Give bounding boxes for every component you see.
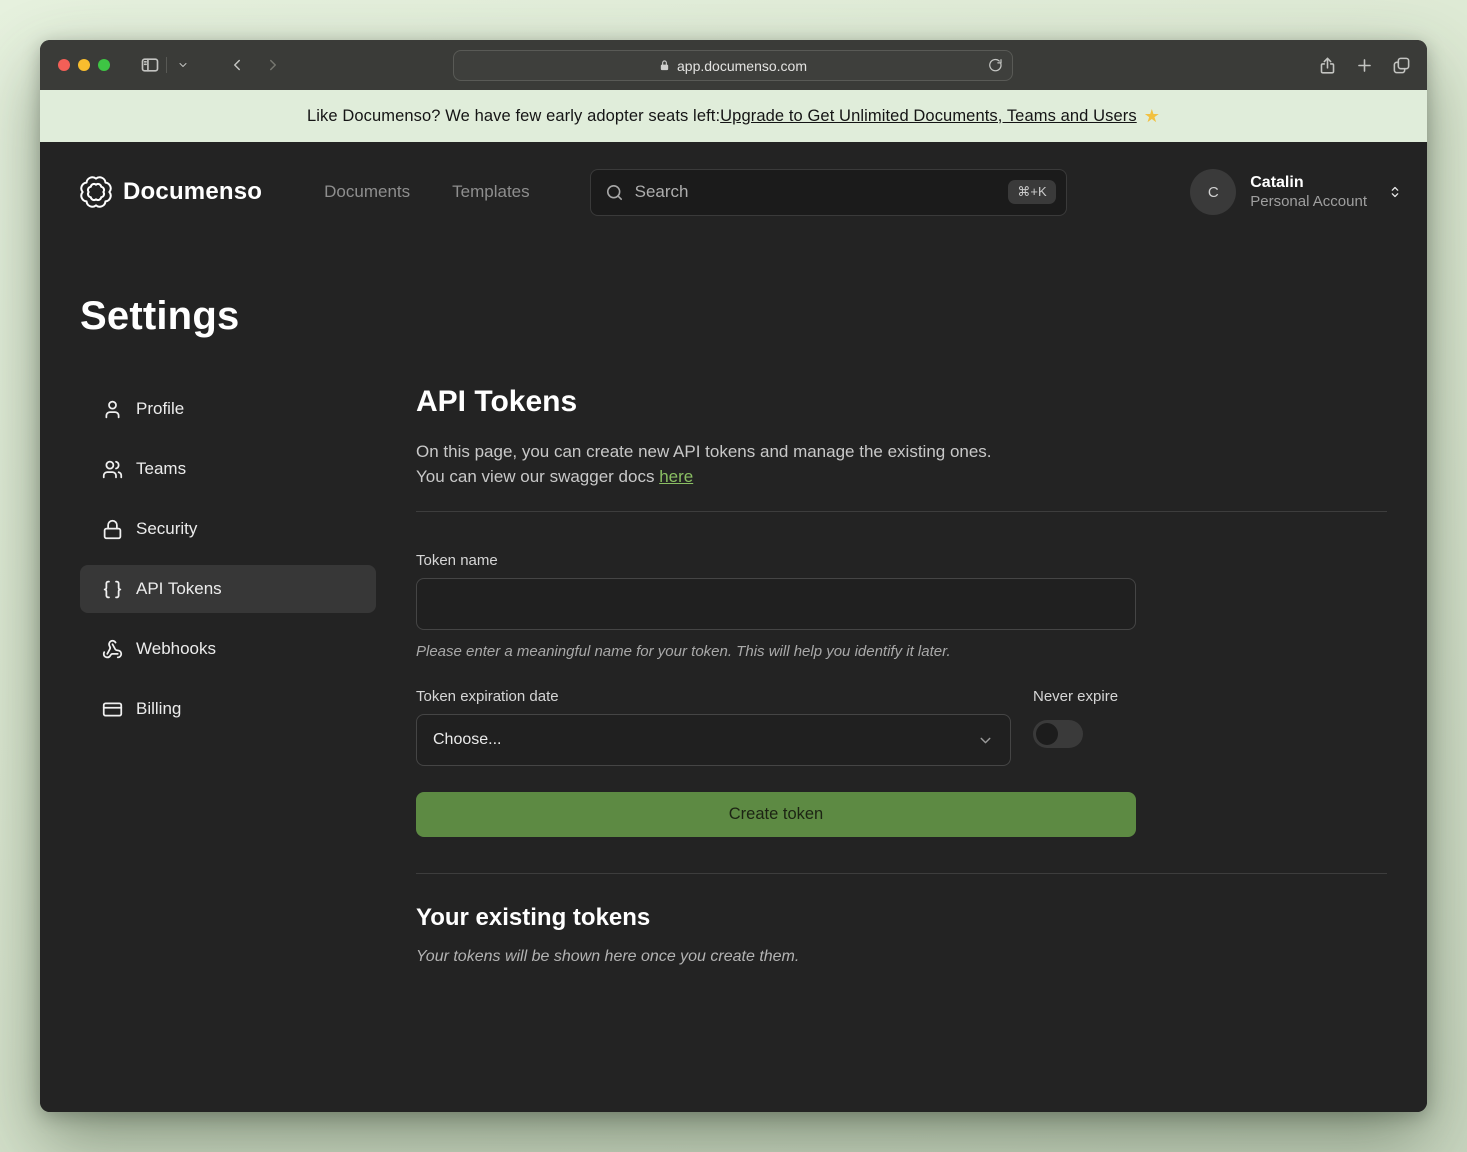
back-icon[interactable] [223,51,251,79]
divider [416,873,1387,874]
sidebar-chevron-down-icon[interactable] [169,51,197,79]
sidebar-item-billing[interactable]: Billing [80,685,376,733]
sidebar-toggle-icon[interactable] [136,51,164,79]
webhook-icon [102,639,123,660]
search-box[interactable]: ⌘+K [590,169,1067,216]
users-icon [102,459,123,480]
sidebar-item-label: Teams [136,459,186,479]
account-name: Catalin [1250,173,1367,193]
braces-icon [102,579,123,600]
brand-name: Documenso [123,178,262,206]
reload-icon[interactable] [988,58,1003,73]
never-expire-label: Never expire [1033,688,1136,705]
sidebar-item-label: Security [136,519,197,539]
lock-icon [659,59,670,72]
token-name-label: Token name [416,552,1387,569]
search-shortcut-badge: ⌘+K [1008,180,1055,204]
existing-tokens-hint: Your tokens will be shown here once you … [416,948,1387,966]
chevrons-up-down-icon [1387,183,1403,201]
search-input[interactable] [635,182,998,202]
section-description-line2: You can view our swagger docs [416,467,659,486]
toolbar-divider [166,57,167,73]
sidebar-item-api-tokens[interactable]: API Tokens [80,565,376,613]
promo-banner: Like Documenso? We have few early adopte… [40,90,1427,142]
account-menu[interactable]: C Catalin Personal Account [1190,169,1403,215]
token-name-hint: Please enter a meaningful name for your … [416,643,1387,660]
upgrade-link[interactable]: Upgrade to Get Unlimited Documents, Team… [720,107,1137,126]
settings-sidebar: Profile Teams Security API Tokens Webhoo… [80,385,376,1112]
main-nav: Documents Templates [324,182,529,202]
avatar: C [1190,169,1236,215]
user-icon [102,399,123,420]
never-expire-toggle[interactable] [1033,720,1083,748]
expiration-select[interactable]: Choose... [416,714,1011,766]
token-name-input[interactable] [416,578,1136,630]
account-type: Personal Account [1250,193,1367,212]
search-icon [605,183,624,202]
new-tab-icon[interactable] [1355,56,1374,75]
share-icon[interactable] [1318,56,1337,75]
tab-overview-icon[interactable] [1392,56,1411,75]
documenso-logo-icon [80,176,112,208]
create-token-button[interactable]: Create token [416,792,1136,837]
browser-toolbar: app.documenso.com [40,40,1427,90]
section-description-line1: On this page, you can create new API tok… [416,442,992,461]
minimize-window-button[interactable] [78,59,90,71]
sidebar-item-label: Webhooks [136,639,216,659]
credit-card-icon [102,699,123,720]
existing-tokens-title: Your existing tokens [416,904,1387,932]
api-tokens-panel: API Tokens On this page, you can create … [416,385,1387,1112]
expiration-selected-value: Choose... [433,731,501,749]
traffic-lights [58,59,110,71]
zoom-window-button[interactable] [98,59,110,71]
divider [416,511,1387,512]
address-bar[interactable]: app.documenso.com [453,50,1013,81]
app-root: Documenso Documents Templates ⌘+K C Cata… [40,142,1427,1112]
swagger-docs-link[interactable]: here [659,467,693,486]
browser-window: app.documenso.com [40,40,1427,1112]
lock-icon [102,519,123,540]
brand-logo[interactable]: Documenso [80,176,262,208]
page-title: Settings [40,294,1427,339]
nav-templates[interactable]: Templates [452,182,529,202]
sidebar-item-label: Billing [136,699,181,719]
banner-text: Like Documenso? We have few early adopte… [307,107,720,126]
section-title: API Tokens [416,385,1387,419]
sidebar-item-label: API Tokens [136,579,222,599]
nav-documents[interactable]: Documents [324,182,410,202]
url-text: app.documenso.com [677,58,807,74]
star-icon: ★ [1144,106,1160,127]
forward-icon[interactable] [259,51,287,79]
app-header: Documenso Documents Templates ⌘+K C Cata… [40,142,1427,242]
sidebar-item-teams[interactable]: Teams [80,445,376,493]
sidebar-item-security[interactable]: Security [80,505,376,553]
chevron-down-icon [977,732,994,749]
expiration-label: Token expiration date [416,688,1011,705]
close-window-button[interactable] [58,59,70,71]
sidebar-item-label: Profile [136,399,184,419]
toggle-knob [1036,723,1058,745]
sidebar-item-webhooks[interactable]: Webhooks [80,625,376,673]
sidebar-item-profile[interactable]: Profile [80,385,376,433]
